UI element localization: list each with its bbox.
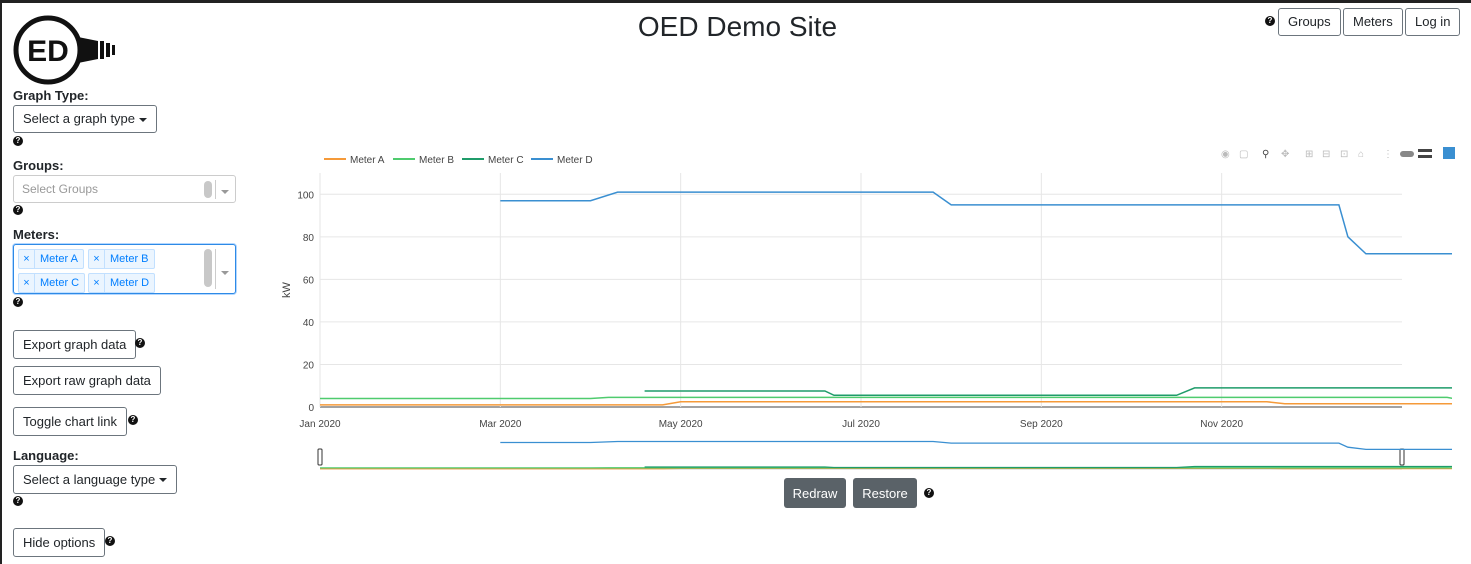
hide-options-button[interactable]: Hide options [13, 528, 106, 557]
y-tick-label: 40 [303, 318, 315, 329]
restore-button[interactable]: Restore [853, 478, 917, 508]
hide-options-help-icon[interactable]: ? [105, 536, 115, 546]
y-tick-label: 80 [303, 233, 315, 244]
chevron-down-icon[interactable] [221, 183, 229, 201]
graph-type-value: Select a graph type [23, 111, 136, 126]
remove-tag-icon[interactable]: × [89, 274, 105, 292]
x-tick-label: May 2020 [659, 419, 703, 430]
groups-label: Groups: [13, 158, 64, 173]
groups-placeholder: Select Groups [22, 182, 99, 196]
line-chart[interactable]: 0 20 40 60 80 100 Jan 2020 Mar 2020 May 2020 Jul … [272, 143, 1452, 473]
groups-help-icon[interactable]: ? [13, 205, 23, 215]
language-value: Select a language type [23, 471, 156, 487]
meters-nav-button[interactable]: Meters [1343, 8, 1403, 36]
export-raw-graph-data-button[interactable]: Export raw graph data [13, 366, 161, 395]
y-tick-label: 0 [308, 403, 314, 414]
range-handle-right [1399, 448, 1405, 466]
groups-nav-button[interactable]: Groups [1278, 8, 1341, 36]
page-title: OED Demo Site [637, 11, 838, 42]
meters-separator [215, 249, 216, 289]
meters-scrollbar[interactable] [204, 249, 212, 287]
series-line [644, 387, 1452, 397]
legend-label: Meter C [488, 155, 524, 166]
legend-label: Meter B [419, 155, 454, 166]
groups-scrollbar[interactable] [204, 181, 212, 198]
legend-label: Meter D [557, 155, 593, 166]
remove-tag-icon[interactable]: × [19, 274, 35, 292]
groups-select[interactable]: Select Groups [13, 175, 236, 203]
series-line [320, 396, 1452, 400]
meters-help-icon[interactable]: ? [13, 297, 23, 307]
meter-tag-label: Meter C [40, 277, 80, 289]
series-line [500, 191, 1452, 255]
meter-tag-label: Meter B [110, 253, 149, 265]
redraw-help-icon[interactable]: ? [924, 488, 934, 498]
meter-tag[interactable]: × Meter B [88, 249, 155, 269]
chevron-down-icon[interactable] [221, 264, 229, 282]
y-axis-label: kW [281, 281, 293, 298]
export-graph-data-button[interactable]: Export graph data [13, 330, 137, 359]
toggle-chart-link-button[interactable]: Toggle chart link [13, 407, 127, 436]
login-button[interactable]: Log in [1405, 8, 1461, 36]
export-help-icon[interactable]: ? [135, 338, 145, 348]
range-handle-left [317, 448, 323, 466]
meters-select[interactable]: × Meter A × Meter B × Meter C × Meter D [13, 244, 236, 294]
language-help-icon[interactable]: ? [13, 496, 23, 506]
x-tick-label: Jan 2020 [299, 419, 341, 430]
graph-type-help-icon[interactable]: ? [13, 136, 23, 146]
meter-tag[interactable]: × Meter A [18, 249, 84, 269]
meter-tag-label: Meter D [110, 277, 150, 289]
legend-label: Meter A [350, 155, 385, 166]
series-line [320, 400, 1452, 406]
nav-help-icon[interactable]: ? [1265, 16, 1275, 26]
meter-tag-label: Meter A [40, 253, 78, 265]
x-tick-label: Mar 2020 [479, 419, 522, 430]
graph-type-label: Graph Type: [13, 88, 89, 103]
remove-tag-icon[interactable]: × [19, 250, 35, 268]
x-tick-label: Nov 2020 [1200, 419, 1243, 430]
meter-tag[interactable]: × Meter D [88, 273, 156, 293]
range-series-line [500, 440, 1452, 451]
chevron-down-icon [139, 117, 148, 122]
redraw-button[interactable]: Redraw [784, 478, 846, 508]
meters-label: Meters: [13, 227, 60, 242]
language-dropdown[interactable]: Select a language type [13, 465, 178, 494]
chart-link-help-icon[interactable]: ? [128, 415, 138, 425]
graph-type-dropdown[interactable]: Select a graph type [13, 105, 158, 133]
language-label: Language: [13, 448, 79, 463]
x-tick-label: Jul 2020 [842, 419, 880, 430]
chevron-down-icon [159, 478, 168, 483]
meter-tag[interactable]: × Meter C [18, 273, 86, 293]
y-tick-label: 60 [303, 275, 315, 286]
remove-tag-icon[interactable]: × [89, 250, 105, 268]
y-tick-label: 20 [303, 360, 315, 371]
groups-separator [215, 180, 216, 199]
x-tick-label: Sep 2020 [1020, 419, 1063, 430]
y-tick-label: 100 [297, 190, 314, 201]
